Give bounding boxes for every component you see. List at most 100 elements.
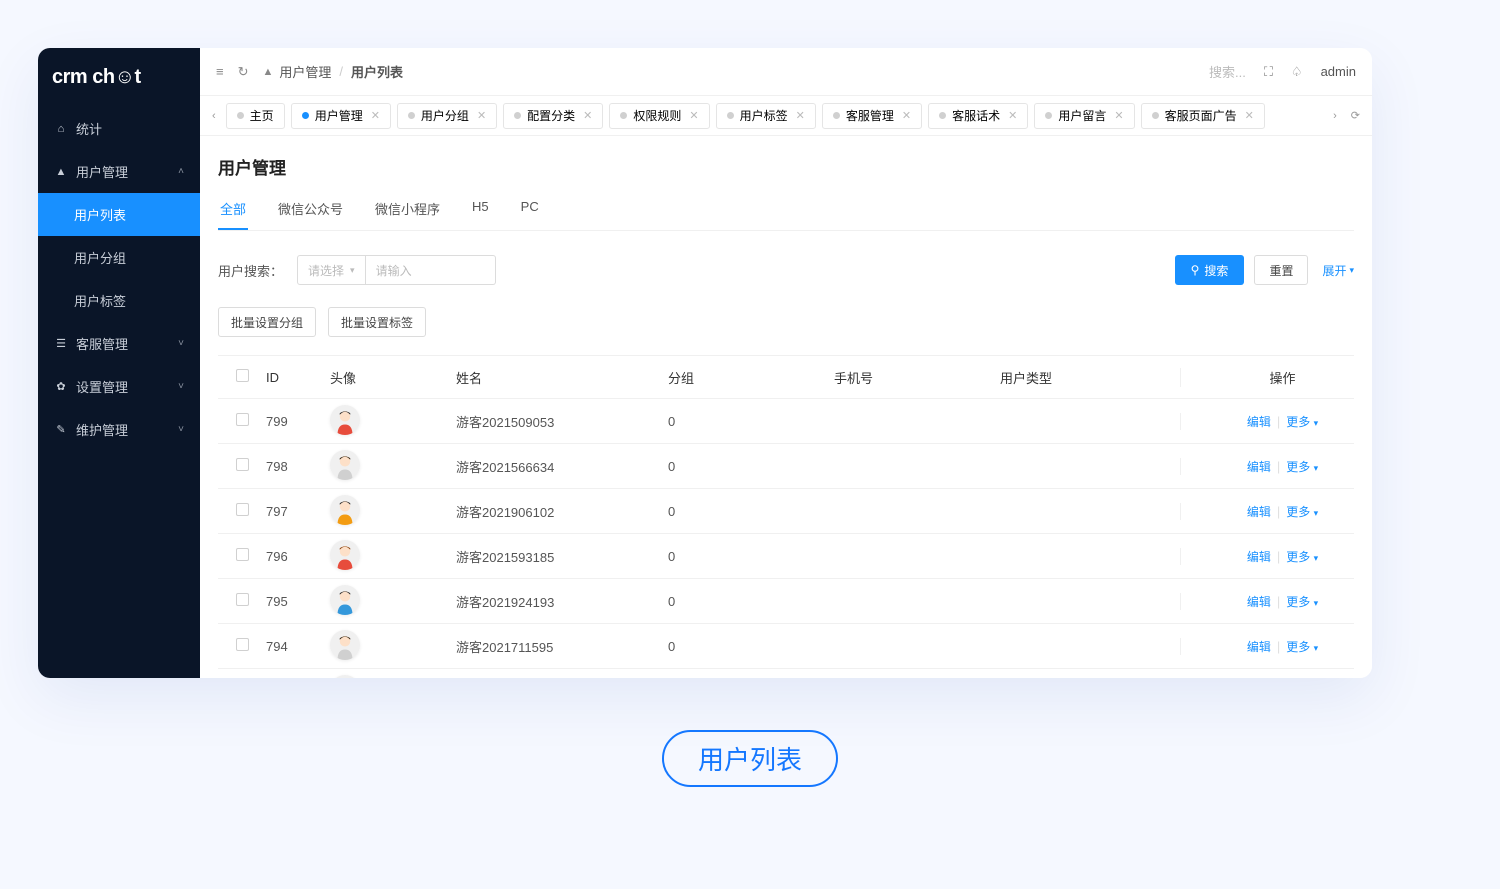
nav-user-manage[interactable]: ▲用户管理 ˄ [38,150,200,193]
tabs-scroll-left-icon[interactable]: ‹ [208,110,220,122]
fullscreen-icon[interactable]: ⛶ [1264,64,1273,80]
more-link[interactable]: 更多 ▾ [1286,550,1318,564]
row-name: 游客2021593185 [456,547,668,566]
table-row: 795游客20219241930编辑|更多 ▾ [218,579,1354,624]
tab-label: 用户留言 [1058,107,1106,124]
menu-collapse-icon[interactable]: ≡ [216,64,224,79]
refresh-icon[interactable]: ↻ [238,64,249,80]
row-group: 0 [668,639,834,654]
close-icon[interactable]: ✕ [902,109,911,122]
nav-settings-manage[interactable]: ✿设置管理 ˅ [38,365,200,408]
row-checkbox[interactable] [236,548,249,561]
edit-link[interactable]: 编辑 [1247,460,1271,474]
nav-label: 维护管理 [76,420,128,439]
table-row: 793游客20211050820编辑|更多 ▾ [218,669,1354,678]
expand-link[interactable]: 展开▾ [1322,262,1354,279]
search-input[interactable]: 请输入 [366,255,496,285]
row-name: 游客2021906102 [456,502,668,521]
table-row: 796游客20215931850编辑|更多 ▾ [218,534,1354,579]
close-icon[interactable]: ✕ [583,109,592,122]
filter-tab[interactable]: H5 [470,189,491,230]
batch-group-button[interactable]: 批量设置分组 [218,307,316,337]
tab-label: 用户管理 [315,107,363,124]
tab-label: 客服话术 [952,107,1000,124]
edit-link[interactable]: 编辑 [1247,595,1271,609]
row-group: 0 [668,414,834,429]
edit-link[interactable]: 编辑 [1247,505,1271,519]
page-title: 用户管理 [218,136,1354,189]
nav-service-manage[interactable]: ☰客服管理 ˅ [38,322,200,365]
row-id: 797 [266,504,330,519]
more-link[interactable]: 更多 ▾ [1286,460,1318,474]
batch-tag-button[interactable]: 批量设置标签 [328,307,426,337]
more-link[interactable]: 更多 ▾ [1286,505,1318,519]
batch-row: 批量设置分组 批量设置标签 [218,307,1354,355]
close-icon[interactable]: ✕ [689,109,698,122]
row-checkbox[interactable] [236,503,249,516]
row-checkbox[interactable] [236,458,249,471]
avatar [330,450,360,480]
more-link[interactable]: 更多 ▾ [1286,640,1318,654]
row-id: 798 [266,459,330,474]
tab-item[interactable]: 用户分组✕ [397,103,497,129]
row-id: 795 [266,594,330,609]
row-checkbox[interactable] [236,413,249,426]
breadcrumb-page: 用户列表 [351,62,403,81]
nav-user-list[interactable]: 用户列表 [38,193,200,236]
tab-dot-icon [1152,112,1159,119]
tab-item[interactable]: 配置分类 ✕ [503,103,603,129]
tabs-scroll-right-icon[interactable]: › [1329,110,1341,122]
breadcrumb-section[interactable]: 用户管理 [279,62,331,81]
row-group: 0 [668,549,834,564]
chevron-down-icon: ▾ [1349,265,1354,276]
tab-item[interactable]: 用户留言 ✕ [1034,103,1134,129]
reset-button[interactable]: 重置 [1254,255,1308,285]
chevron-down-icon: ˅ [178,381,184,392]
tab-dot-icon [514,112,521,119]
tab-item[interactable]: 权限规则✕ [609,103,709,129]
tab-label: 配置分类 [527,107,575,124]
tab-item[interactable]: 客服话术 ✕ [928,103,1028,129]
filter-tab[interactable]: PC [519,189,541,230]
close-icon[interactable]: ✕ [1008,109,1017,122]
filter-tab[interactable]: 微信公众号 [276,189,345,230]
search-button[interactable]: ⚲搜索 [1175,255,1245,285]
filter-tabs: 全部微信公众号微信小程序 H5 PC [218,189,1354,231]
close-icon[interactable]: ✕ [477,109,486,122]
nav-label: 统计 [76,119,102,138]
more-link[interactable]: 更多 ▾ [1286,415,1318,429]
tab-item[interactable]: 客服管理✕ [822,103,922,129]
more-link[interactable]: 更多 ▾ [1286,595,1318,609]
nav-maintain-manage[interactable]: ✎维护管理 ˅ [38,408,200,451]
close-icon[interactable]: ✕ [1114,109,1123,122]
filter-tab[interactable]: 全部 [218,189,248,230]
close-icon[interactable]: ✕ [371,109,380,122]
search-input[interactable]: 搜索... [1209,62,1246,81]
search-type-select[interactable]: 请选择▾ [297,255,366,285]
row-checkbox[interactable] [236,638,249,651]
chevron-down-icon: ▾ [1314,418,1319,428]
edit-link[interactable]: 编辑 [1247,640,1271,654]
nav-stats[interactable]: ⌂统计 [38,107,200,150]
col-avatar: 头像 [330,368,456,387]
edit-link[interactable]: 编辑 [1247,550,1271,564]
user-name[interactable]: admin [1321,64,1356,79]
tab-item[interactable]: 用户管理 ✕ [291,103,391,129]
chevron-down-icon: ▾ [1314,553,1319,563]
filter-tab[interactable]: 微信小程序 [373,189,442,230]
select-all-checkbox[interactable] [236,369,249,382]
tab-dot-icon [727,112,734,119]
close-icon[interactable]: ✕ [796,109,805,122]
bell-icon[interactable]: ♤ [1291,64,1303,80]
nav-user-tag[interactable]: 用户标签 [38,279,200,322]
users-table: ID 头像 姓名 分组 手机号 用户类型 操作 799游客20215090530… [218,355,1354,678]
nav-user-group[interactable]: 用户分组 [38,236,200,279]
tab-item[interactable]: 主页 [226,103,285,129]
tab-item[interactable]: 用户标签✕ [716,103,816,129]
row-checkbox[interactable] [236,593,249,606]
row-name: 游客2021711595 [456,637,668,656]
edit-link[interactable]: 编辑 [1247,415,1271,429]
tabs-refresh-icon[interactable]: ⟳ [1347,109,1364,122]
tab-item[interactable]: 客服页面广告✕ [1141,103,1265,129]
close-icon[interactable]: ✕ [1245,109,1254,122]
